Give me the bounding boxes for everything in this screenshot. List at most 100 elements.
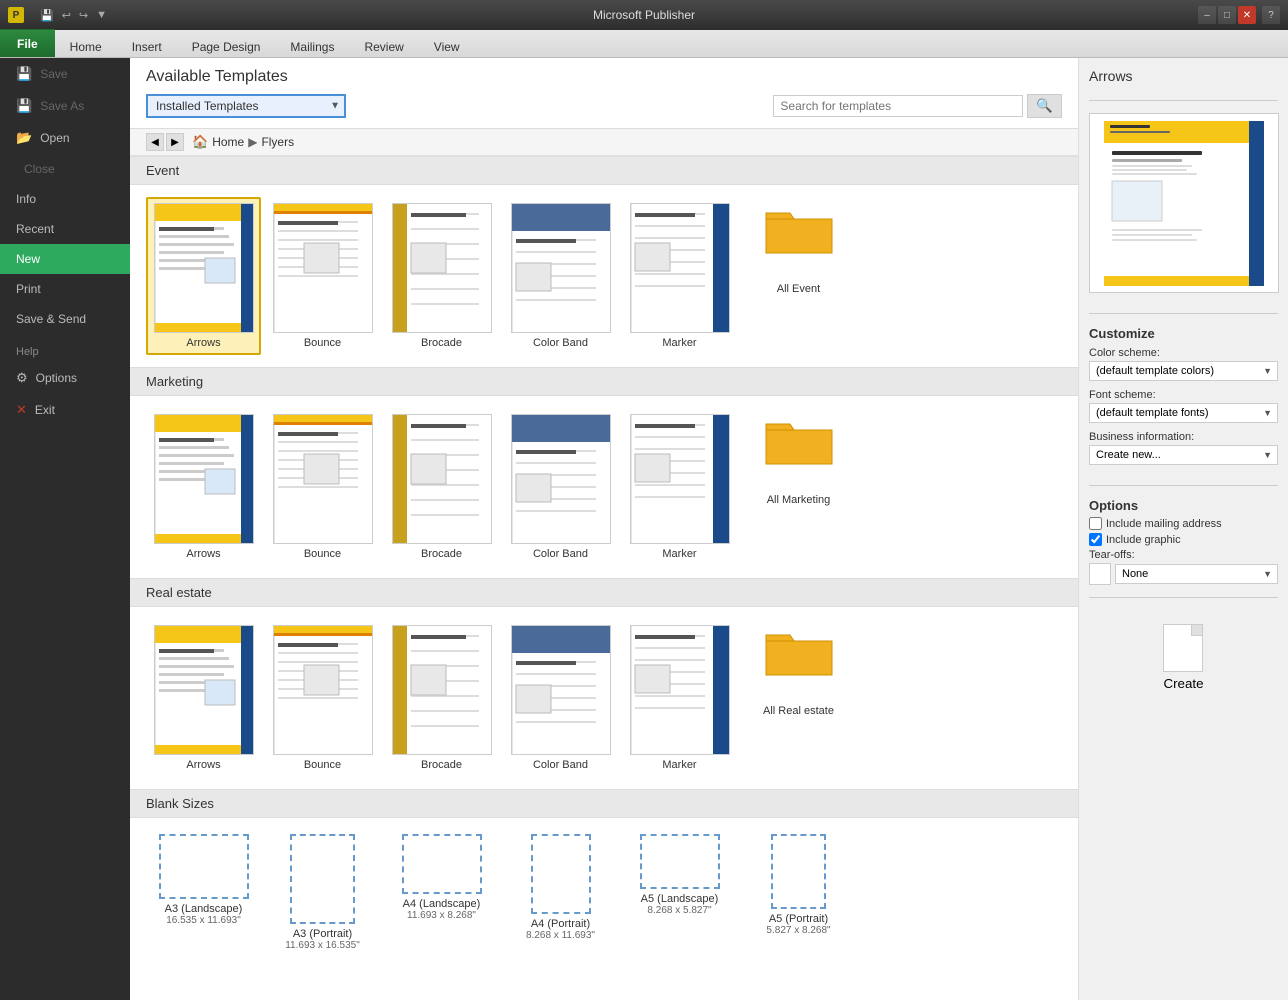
sidebar-item-close[interactable]: Close [0,154,130,184]
template-grid-marketing: ArrowsBounceBrocadeColor BandMarkerAll M… [130,404,1078,578]
mailing-address-row: Include mailing address [1089,517,1278,530]
panel-title: Arrows [1089,68,1278,84]
folder-item-realestate[interactable]: All Real estate [741,619,856,777]
template-item-marker-marketing[interactable]: Marker [622,408,737,566]
include-graphic-checkbox[interactable] [1089,533,1102,546]
breadcrumb-nav: ◀ ▶ [146,133,184,151]
blank-item-a3l[interactable]: A3 (Landscape)16.535 x 11.693" [146,830,261,955]
folder-item-marketing[interactable]: All Marketing [741,408,856,566]
create-label: Create [1163,676,1203,691]
qa-undo[interactable]: ↩ [60,7,73,24]
qa-redo[interactable]: ↪ [77,7,90,24]
sidebar-item-save-as[interactable]: 💾 Save As [0,90,130,122]
breadcrumb-bar: ◀ ▶ 🏠 Home ▶ Flyers [130,129,1078,156]
sidebar-item-save[interactable]: 💾 Save [0,58,130,90]
template-item-marker-event[interactable]: Marker [622,197,737,355]
template-thumb-brocade-marketing [392,414,492,544]
create-doc-icon [1163,624,1203,672]
blank-item-a3p[interactable]: A3 (Portrait)11.693 x 16.535" [265,830,380,955]
template-item-arrows-event[interactable]: Arrows [146,197,261,355]
qa-more[interactable]: ▼ [94,7,109,23]
qa-save[interactable]: 💾 [38,7,56,24]
breadcrumb-current[interactable]: Flyers [261,135,294,149]
main-header: Available Templates Installed Templates … [130,58,1078,129]
template-grid-realestate: Arrows Bounce Brocade Color Band Marker All R… [130,615,1078,789]
template-select[interactable]: Installed Templates [146,94,346,118]
blank-label-a3l: A3 (Landscape) [165,903,243,915]
exit-icon: ✕ [16,402,27,418]
minimize-button[interactable]: – [1198,6,1216,24]
template-select-wrap: Installed Templates [146,94,346,118]
template-thumb-brocade-event [392,203,492,333]
sidebar-item-recent[interactable]: Recent [0,214,130,244]
blank-size-a5l: 8.268 x 5.827" [647,905,711,916]
template-item-marker-realestate[interactable]: Marker [622,619,737,777]
blank-item-a4l[interactable]: A4 (Landscape)11.693 x 8.268" [384,830,499,955]
mailing-address-checkbox[interactable] [1089,517,1102,530]
template-label-marker-realestate: Marker [662,759,696,771]
folder-icon-realestate [764,623,834,681]
tab-view[interactable]: View [419,35,475,57]
color-scheme-select[interactable]: (default template colors) [1089,361,1278,381]
template-item-bounce-event[interactable]: Bounce [265,197,380,355]
template-item-colorband-marketing[interactable]: Color Band [503,408,618,566]
blank-item-a5l[interactable]: A5 (Landscape)8.268 x 5.827" [622,830,737,955]
blank-size-a3l: 16.535 x 11.693" [166,915,241,926]
customize-title: Customize [1089,326,1278,341]
template-item-brocade-event[interactable]: Brocade [384,197,499,355]
blank-item-a5p[interactable]: A5 (Portrait)5.827 x 8.268" [741,830,856,955]
tearoffs-select[interactable]: None [1115,564,1278,584]
tab-insert[interactable]: Insert [117,35,177,57]
breadcrumb-forward[interactable]: ▶ [166,133,184,151]
sidebar-item-exit[interactable]: ✕ Exit [0,394,130,426]
breadcrumb-back[interactable]: ◀ [146,133,164,151]
folder-item-event[interactable]: All Event [741,197,856,355]
sidebar-item-options[interactable]: ⚙ Options [0,362,130,394]
sidebar-item-new[interactable]: New [0,244,130,274]
template-item-bounce-marketing[interactable]: Bounce [265,408,380,566]
app-icon: P [8,7,24,23]
search-button[interactable]: 🔍 [1027,94,1062,118]
sidebar-item-open[interactable]: 📂 Open [0,122,130,154]
tab-mailings[interactable]: Mailings [275,35,349,57]
maximize-button[interactable]: □ [1218,6,1236,24]
section-header-marketing: Marketing [130,367,1078,396]
tab-review[interactable]: Review [349,35,418,57]
template-item-brocade-marketing[interactable]: Brocade [384,408,499,566]
template-item-colorband-realestate[interactable]: Color Band [503,619,618,777]
options-icon: ⚙ [16,370,28,386]
blank-item-a4p[interactable]: A4 (Portrait)8.268 x 11.693" [503,830,618,955]
template-item-arrows-marketing[interactable]: Arrows [146,408,261,566]
breadcrumb-home[interactable]: Home [212,135,244,149]
blank-thumb-a5l [640,834,720,889]
help-button[interactable]: ? [1262,6,1280,24]
search-input[interactable] [773,95,1023,117]
blank-thumb-a4l [402,834,482,894]
font-scheme-select[interactable]: (default template fonts) [1089,403,1278,423]
tab-page-design[interactable]: Page Design [177,35,276,57]
folder-icon-event [764,201,834,259]
blank-label-a4p: A4 (Portrait) [531,918,590,930]
preview-svg [1104,121,1264,286]
section-header-event: Event [130,156,1078,185]
template-label-brocade-realestate: Brocade [421,759,462,771]
tab-file[interactable]: File [0,29,55,57]
sidebar-item-print[interactable]: Print [0,274,130,304]
template-item-brocade-realestate[interactable]: Brocade [384,619,499,777]
business-info-select[interactable]: Create new... [1089,445,1278,465]
template-label-colorband-realestate: Color Band [533,759,588,771]
template-thumb-colorband-realestate [511,625,611,755]
create-button[interactable]: Create [1147,618,1219,697]
main-content: Available Templates Installed Templates … [130,58,1078,1000]
template-select-container: Installed Templates [146,94,346,118]
template-item-colorband-event[interactable]: Color Band [503,197,618,355]
close-button[interactable]: ✕ [1238,6,1256,24]
sidebar-item-info[interactable]: Info [0,184,130,214]
template-item-arrows-realestate[interactable]: Arrows [146,619,261,777]
template-label-arrows-realestate: Arrows [186,759,220,771]
template-label-marker-event: Marker [662,337,696,349]
template-item-bounce-realestate[interactable]: Bounce [265,619,380,777]
tab-home[interactable]: Home [55,35,117,57]
blank-thumb-a3l [159,834,249,899]
sidebar-item-save-send[interactable]: Save & Send [0,304,130,334]
